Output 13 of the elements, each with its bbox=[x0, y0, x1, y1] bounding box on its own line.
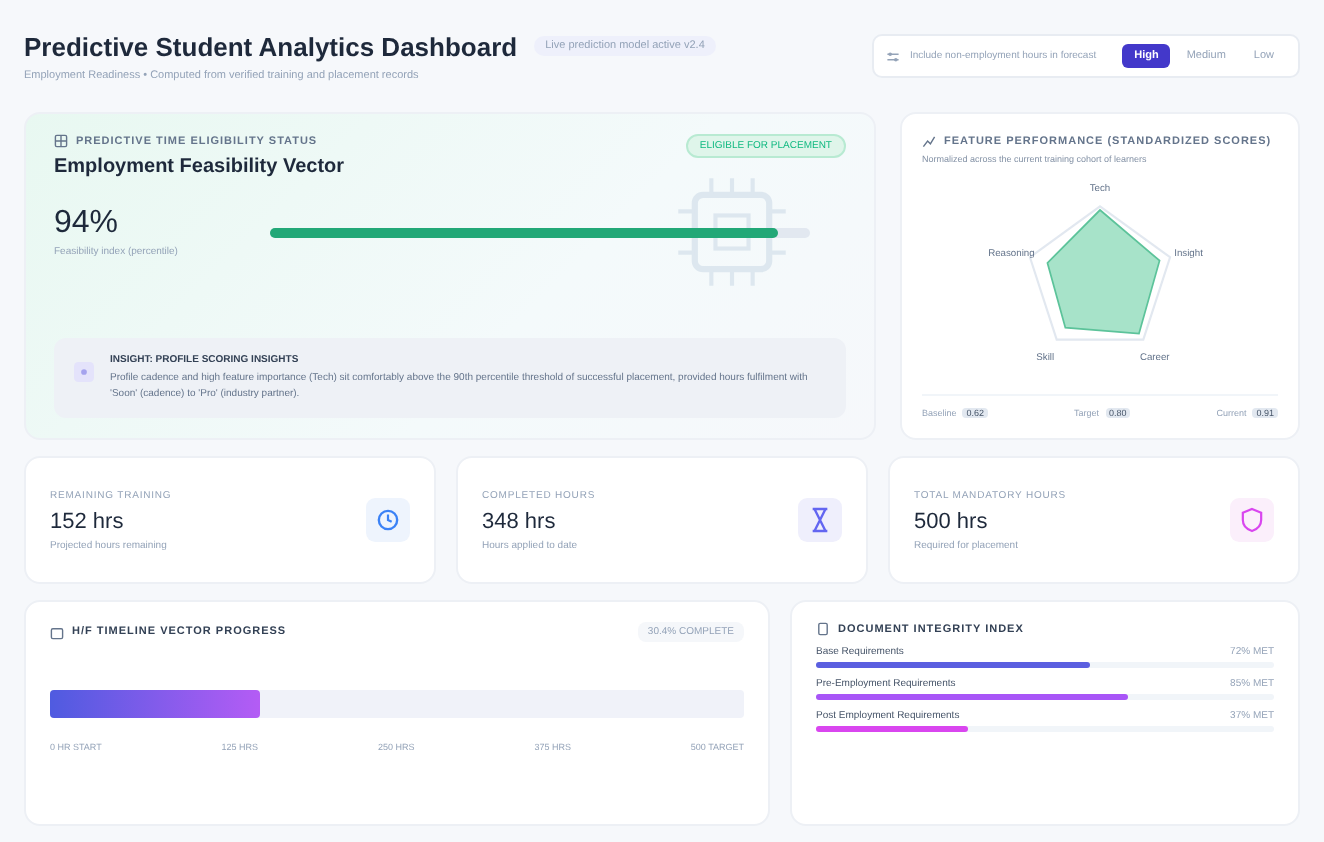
feasibility-value: 94% bbox=[54, 206, 121, 242]
clock-icon bbox=[366, 498, 410, 542]
stat-value: 152 hrs bbox=[50, 509, 126, 533]
grid-icon bbox=[54, 134, 68, 148]
card-title: Employment Feasibility Vector bbox=[54, 156, 345, 178]
shield-icon bbox=[1230, 498, 1274, 542]
document-icon bbox=[816, 622, 830, 636]
hourglass-icon bbox=[798, 498, 842, 542]
stat-value: 500 hrs bbox=[914, 509, 990, 533]
stat-value: 348 hrs bbox=[482, 509, 558, 533]
chart-icon bbox=[922, 134, 936, 148]
dashboard-title: Predictive Student Analytics Dashboard bbox=[24, 31, 518, 61]
sliders-icon bbox=[886, 49, 900, 63]
